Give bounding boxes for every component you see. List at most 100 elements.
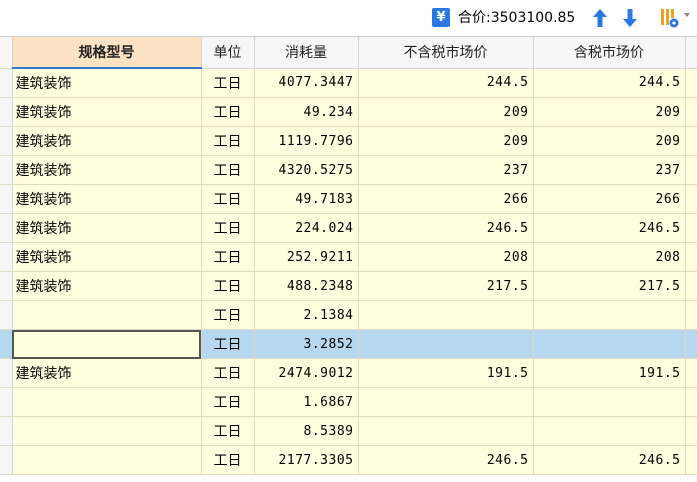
price-inc-tax-cell[interactable]: 208	[533, 242, 686, 272]
price-inc-tax-cell[interactable]: 209	[533, 126, 686, 156]
price-inc-tax-cell[interactable]	[533, 416, 686, 446]
table-row[interactable]: 工日 3.2852	[0, 329, 697, 359]
price-inc-tax-cell[interactable]: 246.5	[533, 213, 686, 243]
table-row[interactable]: 建筑装饰 工日 49.7183 266 266	[0, 184, 697, 214]
table-row[interactable]: 建筑装饰 工日 4320.5275 237 237	[0, 155, 697, 185]
unit-cell[interactable]: 工日	[201, 213, 255, 243]
row-header-cell[interactable]	[0, 445, 13, 475]
price-inc-tax-cell[interactable]: 217.5	[533, 271, 686, 301]
table-row[interactable]: 工日 8.5389	[0, 416, 697, 446]
quantity-cell[interactable]: 4320.5275	[254, 155, 359, 185]
column-header-unit[interactable]: 单位	[201, 37, 255, 69]
quantity-cell[interactable]: 2177.3305	[254, 445, 359, 475]
arrow-up-icon[interactable]	[592, 8, 608, 28]
price-ex-tax-cell[interactable]: 208	[358, 242, 534, 272]
spec-cell[interactable]: 建筑装饰	[12, 68, 202, 98]
quantity-cell[interactable]: 488.2348	[254, 271, 359, 301]
spec-cell[interactable]	[12, 300, 202, 330]
price-ex-tax-cell[interactable]: 246.5	[358, 445, 534, 475]
price-ex-tax-cell[interactable]	[358, 329, 534, 359]
row-header-cell[interactable]	[0, 416, 13, 446]
row-header-cell[interactable]	[0, 184, 13, 214]
row-header-cell[interactable]	[0, 358, 13, 388]
spec-cell[interactable]	[12, 445, 202, 475]
row-header-cell[interactable]	[0, 271, 13, 301]
unit-cell[interactable]: 工日	[201, 242, 255, 272]
chevron-down-icon[interactable]	[684, 13, 690, 17]
price-inc-tax-cell[interactable]: 266	[533, 184, 686, 214]
price-ex-tax-cell[interactable]: 209	[358, 97, 534, 127]
arrow-down-icon[interactable]	[622, 8, 638, 28]
price-inc-tax-cell[interactable]: 244.5	[533, 68, 686, 98]
price-ex-tax-cell[interactable]: 266	[358, 184, 534, 214]
unit-cell[interactable]: 工日	[201, 184, 255, 214]
price-ex-tax-cell[interactable]	[358, 416, 534, 446]
spec-cell[interactable]	[12, 387, 202, 417]
price-ex-tax-cell[interactable]: 209	[358, 126, 534, 156]
row-header-cell[interactable]	[0, 213, 13, 243]
quantity-cell[interactable]: 252.9211	[254, 242, 359, 272]
unit-cell[interactable]: 工日	[201, 126, 255, 156]
quantity-cell[interactable]: 49.7183	[254, 184, 359, 214]
unit-cell[interactable]: 工日	[201, 155, 255, 185]
row-header-cell[interactable]	[0, 68, 13, 98]
price-ex-tax-cell[interactable]	[358, 300, 534, 330]
table-row[interactable]: 建筑装饰 工日 252.9211 208 208	[0, 242, 697, 272]
table-row[interactable]: 建筑装饰 工日 224.024 246.5 246.5	[0, 213, 697, 243]
quantity-cell[interactable]: 8.5389	[254, 416, 359, 446]
price-ex-tax-cell[interactable]: 217.5	[358, 271, 534, 301]
unit-cell[interactable]: 工日	[201, 387, 255, 417]
table-row[interactable]: 建筑装饰 工日 49.234 209 209	[0, 97, 697, 127]
spec-cell[interactable]	[12, 416, 202, 446]
row-header-cell[interactable]	[0, 329, 13, 359]
price-ex-tax-cell[interactable]: 237	[358, 155, 534, 185]
row-header-cell[interactable]	[0, 126, 13, 156]
price-ex-tax-cell[interactable]: 191.5	[358, 358, 534, 388]
quantity-cell[interactable]: 49.234	[254, 97, 359, 127]
column-header-spec[interactable]: 规格型号	[12, 37, 202, 69]
column-header-quantity[interactable]: 消耗量	[254, 37, 359, 69]
table-row[interactable]: 工日 1.6867	[0, 387, 697, 417]
price-inc-tax-cell[interactable]	[533, 300, 686, 330]
unit-cell[interactable]: 工日	[201, 68, 255, 98]
quantity-cell[interactable]: 1.6867	[254, 387, 359, 417]
quantity-cell[interactable]: 4077.3447	[254, 68, 359, 98]
spec-cell[interactable]: 建筑装饰	[12, 358, 202, 388]
quantity-cell[interactable]: 224.024	[254, 213, 359, 243]
table-row[interactable]: 工日 2177.3305 246.5 246.5	[0, 445, 697, 475]
price-ex-tax-cell[interactable]: 244.5	[358, 68, 534, 98]
column-config-icon[interactable]	[660, 7, 680, 29]
spec-cell[interactable]: 建筑装饰	[12, 271, 202, 301]
table-row[interactable]: 建筑装饰 工日 4077.3447 244.5 244.5	[0, 68, 697, 98]
price-inc-tax-cell[interactable]: 209	[533, 97, 686, 127]
spec-cell[interactable]: 建筑装饰	[12, 213, 202, 243]
price-inc-tax-cell[interactable]: 237	[533, 155, 686, 185]
unit-cell[interactable]: 工日	[201, 445, 255, 475]
spec-cell[interactable]	[12, 329, 202, 359]
price-inc-tax-cell[interactable]: 191.5	[533, 358, 686, 388]
row-header-cell[interactable]	[0, 97, 13, 127]
column-header-price-inc-tax[interactable]: 含税市场价	[533, 37, 686, 69]
quantity-cell[interactable]: 2.1384	[254, 300, 359, 330]
spec-cell[interactable]: 建筑装饰	[12, 97, 202, 127]
quantity-cell[interactable]: 3.2852	[254, 329, 359, 359]
price-inc-tax-cell[interactable]	[533, 387, 686, 417]
unit-cell[interactable]: 工日	[201, 329, 255, 359]
row-header-cell[interactable]	[0, 300, 13, 330]
quantity-cell[interactable]: 2474.9012	[254, 358, 359, 388]
price-ex-tax-cell[interactable]: 246.5	[358, 213, 534, 243]
spec-cell[interactable]: 建筑装饰	[12, 184, 202, 214]
unit-cell[interactable]: 工日	[201, 300, 255, 330]
price-ex-tax-cell[interactable]	[358, 387, 534, 417]
table-row[interactable]: 建筑装饰 工日 1119.7796 209 209	[0, 126, 697, 156]
unit-cell[interactable]: 工日	[201, 416, 255, 446]
table-row[interactable]: 工日 2.1384	[0, 300, 697, 330]
spec-cell[interactable]: 建筑装饰	[12, 242, 202, 272]
table-row[interactable]: 建筑装饰 工日 488.2348 217.5 217.5	[0, 271, 697, 301]
row-header-cell[interactable]	[0, 387, 13, 417]
spec-cell[interactable]: 建筑装饰	[12, 155, 202, 185]
column-header-price-ex-tax[interactable]: 不含税市场价	[358, 37, 534, 69]
row-header-cell[interactable]	[0, 242, 13, 272]
table-row[interactable]: 建筑装饰 工日 2474.9012 191.5 191.5	[0, 358, 697, 388]
row-header-cell[interactable]	[0, 155, 13, 185]
